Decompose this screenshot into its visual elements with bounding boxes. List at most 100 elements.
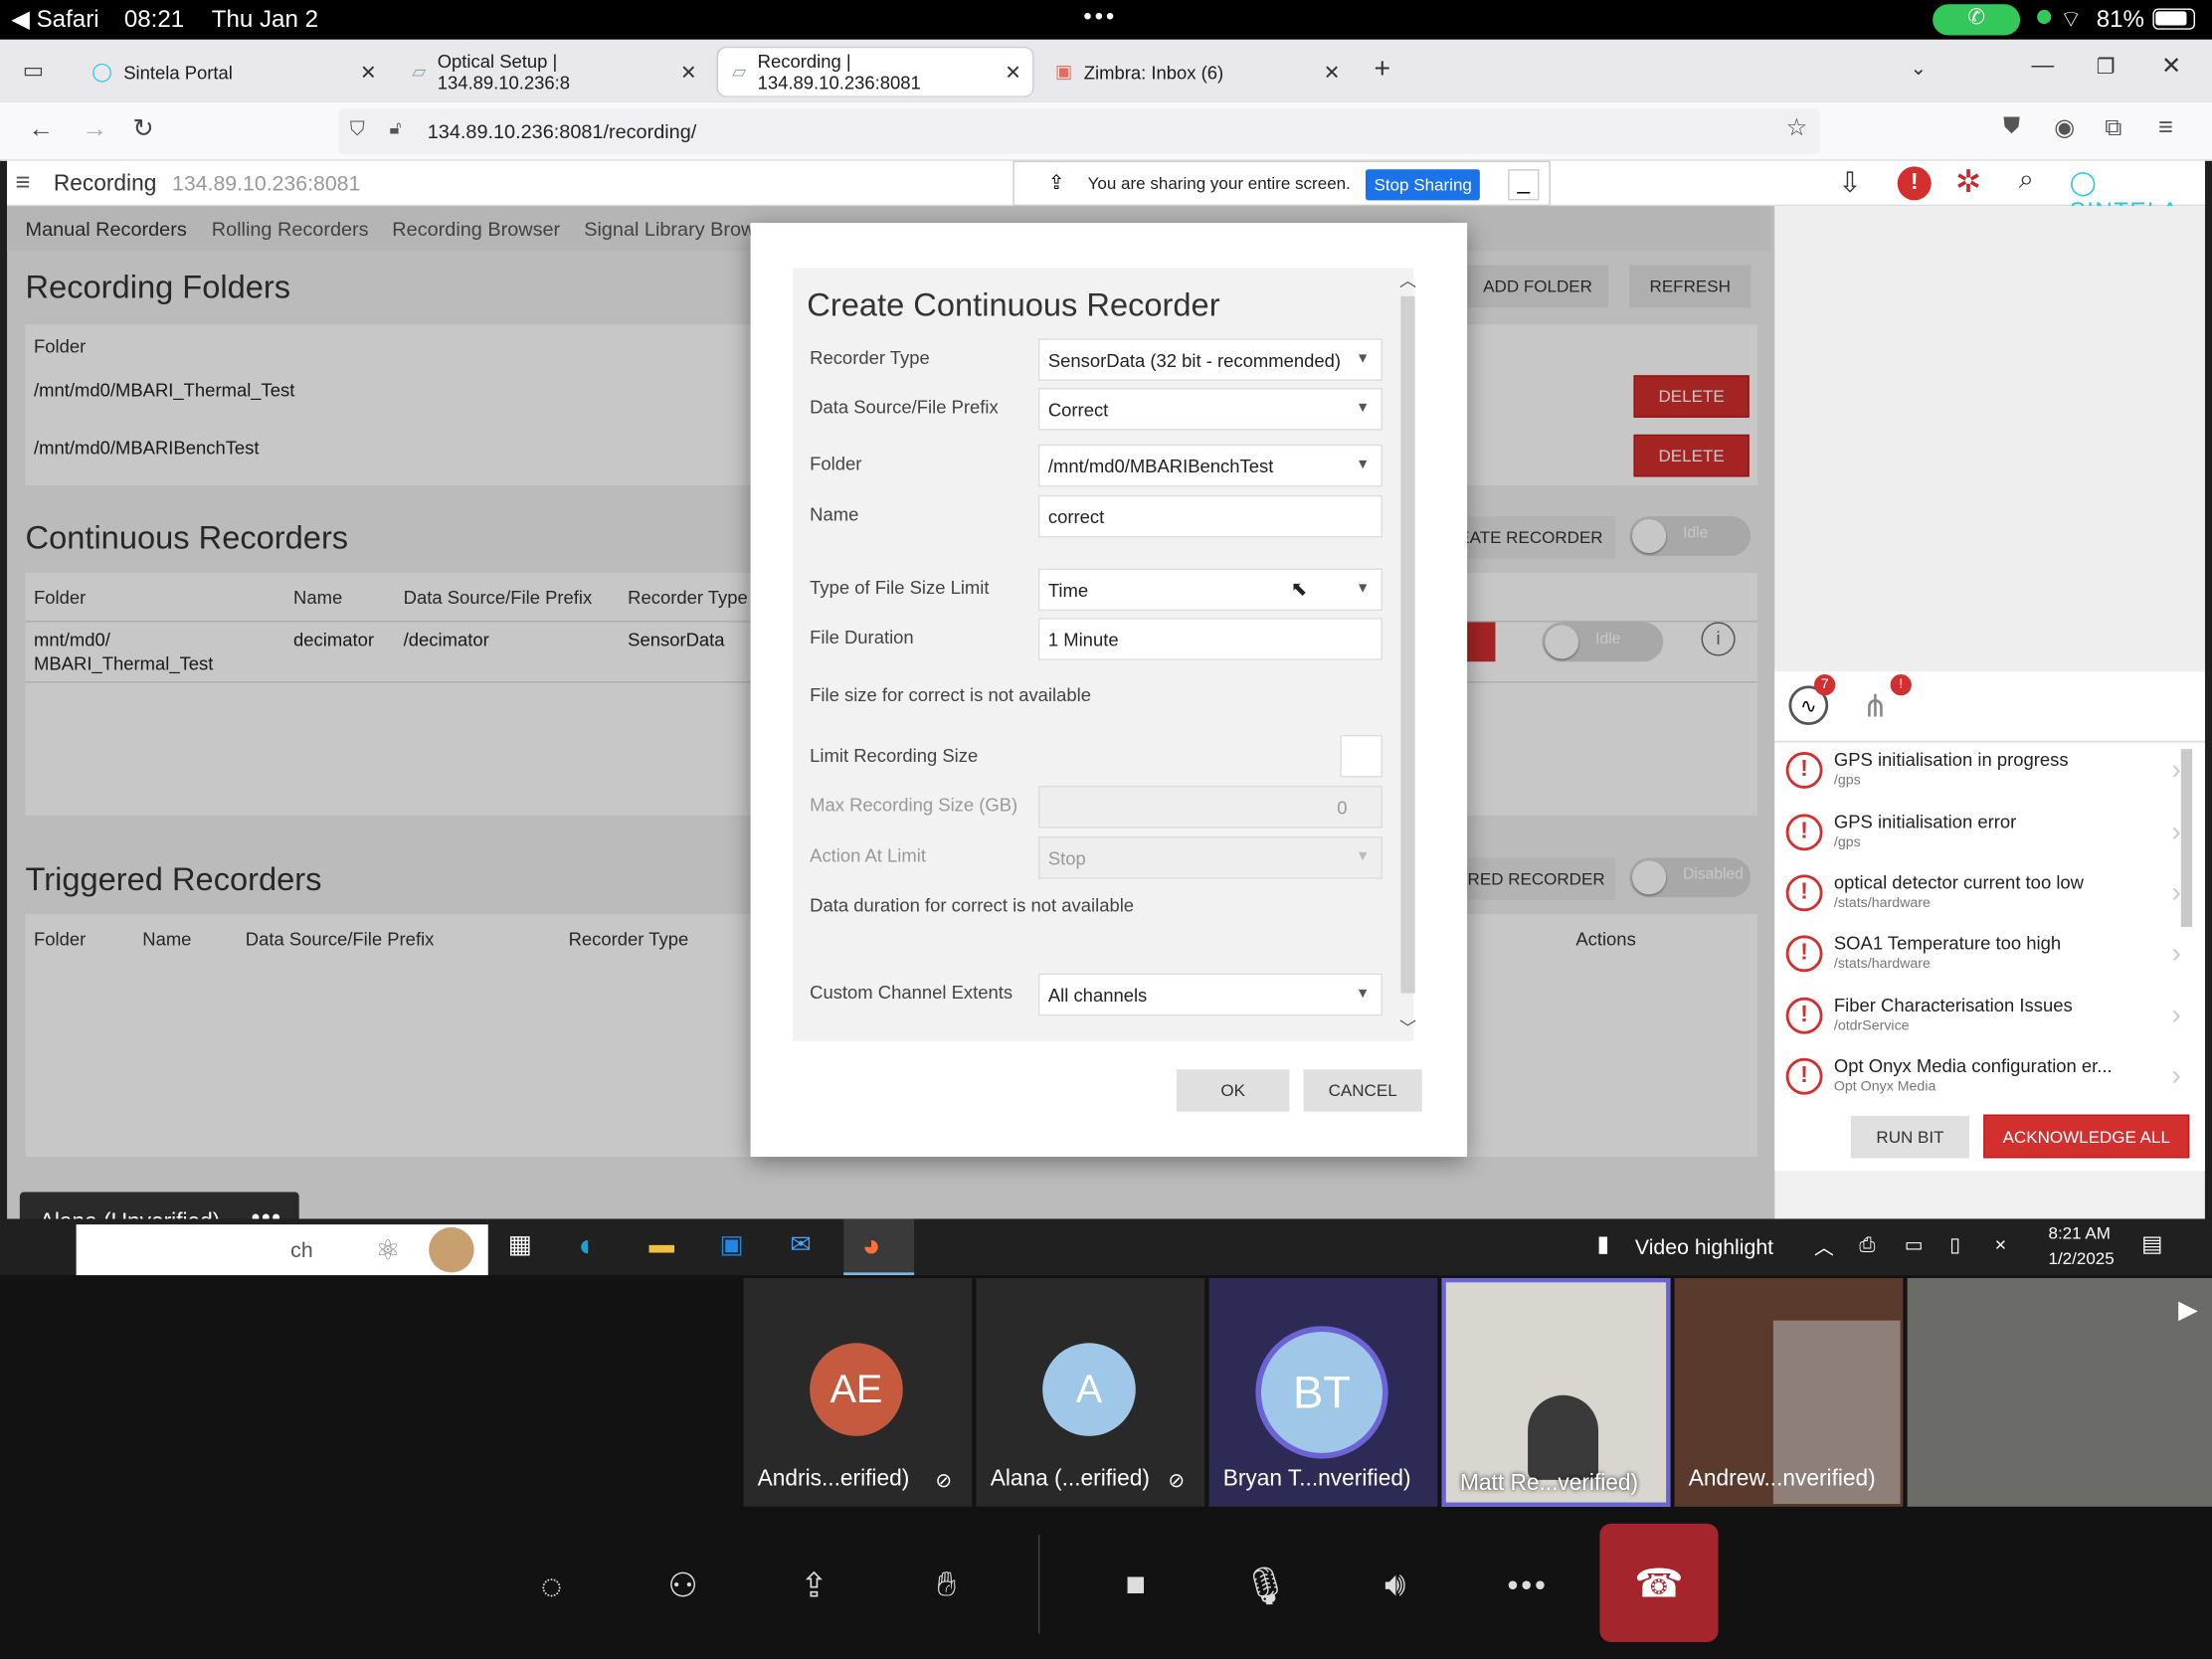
tab-recording[interactable]: ▱ Recording | 134.89.10.236:8081 ✕ (717, 48, 1033, 96)
minimize-icon[interactable]: — (2031, 54, 2054, 80)
tab-sintela-portal[interactable]: ◯ Sintela Portal ✕ (78, 48, 388, 95)
dropdown-arrow-icon: ▼ (1356, 400, 1371, 417)
task-view-icon[interactable]: ▦ (508, 1230, 532, 1260)
alert-title: GPS initialisation error (1833, 811, 2017, 832)
recorder-type-select[interactable]: SensorData (32 bit - recommended) ▼ (1037, 338, 1383, 381)
download-icon[interactable]: ⇩ (1838, 165, 1862, 200)
firefox-taskbar-button[interactable]: ◕ (843, 1218, 915, 1276)
close-tab-icon[interactable]: ✕ (1005, 60, 1021, 84)
alert-icon[interactable]: ! (1897, 166, 1932, 201)
tab-label: Zimbra: Inbox (6) (1083, 61, 1224, 83)
close-window-icon[interactable]: ✕ (2161, 52, 2181, 80)
reload-icon[interactable]: ↻ (132, 114, 153, 144)
close-tab-icon[interactable]: ✕ (360, 60, 377, 84)
hamburger-menu-icon[interactable]: ≡ (16, 168, 31, 198)
firefox-icon: ◕ (861, 1226, 881, 1263)
limit-type-select[interactable]: Time ⬉ ▼ (1037, 568, 1383, 612)
camera-icon[interactable]: ▶ (2178, 1295, 2198, 1325)
multitask-dots-icon[interactable]: ••• (1083, 3, 1117, 31)
account-icon[interactable]: ◉ (2054, 114, 2075, 142)
speaker-icon[interactable]: 🔊︎ (1360, 1558, 1430, 1614)
mail-icon[interactable]: ✉ (790, 1230, 811, 1260)
alert-item[interactable]: ! optical detector current too low/stats/… (1774, 866, 2183, 927)
participant-tile[interactable]: AE Andris...erified) ⊘ (743, 1278, 973, 1507)
participant-tile[interactable]: Matt Re...verified) (1441, 1278, 1671, 1507)
battery-tray-icon[interactable]: ▭ (1905, 1233, 1924, 1257)
alert-scrollbar[interactable] (2180, 749, 2193, 927)
name-label: Name (810, 503, 859, 525)
insecure-lock-icon[interactable]: 🔓︎ (389, 117, 401, 140)
alert-actions: RUN BIT ACKNOWLEDGE ALL (1774, 1101, 2205, 1172)
more-icon[interactable]: ••• (1493, 1558, 1564, 1614)
alert-item[interactable]: ! SOA1 Temperature too high/stats/hardwar… (1774, 927, 2183, 988)
hide-banner-icon[interactable]: _ (1508, 169, 1540, 201)
participant-tile[interactable]: BT Bryan T...nverified) (1208, 1278, 1438, 1507)
tab-zimbra[interactable]: ▣ Zimbra: Inbox (6) ✕ (1041, 48, 1352, 95)
scroll-up-icon[interactable]: ︿ (1399, 268, 1416, 291)
topology-icon[interactable]: ⋔ (1862, 688, 1888, 725)
hang-up-icon[interactable]: ☎ (1599, 1523, 1719, 1642)
alert-item[interactable]: ! Fiber Characterisation Issues/otdrServi… (1774, 989, 2183, 1049)
folder-select[interactable]: /mnt/md0/MBARIBenchTest ▼ (1037, 444, 1383, 487)
alert-item[interactable]: ! GPS initialisation error/gps › (1774, 806, 2183, 866)
tab-optical-setup[interactable]: ▱ Optical Setup | 134.89.10.236:8 ✕ (398, 48, 708, 95)
ok-button[interactable]: OK (1176, 1069, 1290, 1112)
chat-icon[interactable]: ◌ (516, 1558, 587, 1614)
max-size-input[interactable]: 0 (1037, 786, 1383, 829)
camera-toggle-icon[interactable]: ■ (1100, 1558, 1171, 1614)
dialog-scrollbar[interactable] (1400, 295, 1415, 994)
app-menu-icon[interactable]: ≡ (2158, 112, 2173, 142)
raise-hand-icon[interactable]: ✋︎ (911, 1558, 982, 1614)
source-select[interactable]: Correct ▼ (1037, 388, 1383, 431)
shield-icon[interactable]: ⛉ (350, 117, 365, 141)
bookmark-star-icon[interactable]: ☆ (1786, 114, 1808, 142)
network-icon[interactable]: ✲ (1955, 164, 1981, 201)
tab-overview-icon[interactable]: ▭ (23, 57, 44, 85)
back-to-app[interactable]: ◀ Safari (11, 6, 98, 34)
limit-size-checkbox[interactable] (1340, 734, 1383, 778)
extensions-icon[interactable]: ⧉ (2105, 114, 2121, 142)
back-icon[interactable]: ← (28, 114, 54, 144)
share-icon[interactable]: ⇪ (779, 1558, 849, 1614)
cancel-button[interactable]: CANCEL (1303, 1069, 1422, 1112)
tray-app-icon[interactable]: ⎙ (1859, 1233, 1875, 1257)
search-icon[interactable]: ⌕ (2019, 165, 2034, 196)
tray-chevron-icon[interactable]: ︿ (1814, 1233, 1834, 1261)
new-tab-icon[interactable]: + (1374, 54, 1390, 87)
network-tray-icon[interactable]: ▯ (1949, 1233, 1960, 1257)
close-tab-icon[interactable]: ✕ (1324, 60, 1341, 84)
acknowledge-all-button[interactable]: ACKNOWLEDGE ALL (1983, 1114, 2190, 1159)
name-value: correct (1047, 505, 1105, 527)
edge-icon[interactable]: ◐ (579, 1227, 598, 1264)
forward-icon[interactable]: → (82, 114, 107, 144)
people-icon[interactable]: ⚇ (647, 1558, 718, 1614)
scroll-down-icon[interactable]: ﹀ (1399, 1015, 1416, 1039)
extents-select[interactable]: All channels ▼ (1037, 973, 1383, 1016)
list-tabs-chevron-icon[interactable]: ⌄ (1910, 57, 1927, 81)
call-pill-icon[interactable]: ✆ (1933, 4, 2021, 36)
run-bit-button[interactable]: RUN BIT (1850, 1115, 1970, 1159)
close-tab-icon[interactable]: ✕ (680, 60, 697, 84)
taskbar-search-box[interactable]: ch ⚛ (76, 1224, 488, 1276)
notifications-icon[interactable]: ▤ (2141, 1230, 2162, 1258)
app-header: ≡ Recording 134.89.10.236:8081 ⇪ You are… (7, 160, 2205, 225)
duration-input[interactable]: 1 Minute (1037, 618, 1383, 660)
url-field[interactable]: ⛉ 🔓︎ 134.89.10.236:8081/recording/ ☆ (338, 108, 1820, 154)
pocket-icon[interactable]: ⛊ (2003, 114, 2020, 140)
microphone-icon[interactable]: 🎙︎ (1230, 1558, 1301, 1614)
restore-icon[interactable]: ❐ (2097, 54, 2116, 79)
stop-sharing-button[interactable]: Stop Sharing (1365, 169, 1481, 201)
store-icon[interactable]: ▣ (719, 1230, 743, 1260)
participant-tile[interactable]: A Alana (...erified) ⊘ (976, 1278, 1205, 1507)
alert-source: Opt Onyx Media (1833, 1079, 1936, 1095)
name-input[interactable]: correct (1037, 494, 1383, 538)
action-select[interactable]: Stop ▼ (1037, 836, 1383, 879)
file-explorer-icon[interactable]: ▬ (648, 1230, 674, 1260)
url-text: 134.89.10.236:8081/recording/ (427, 119, 697, 143)
alert-item[interactable]: ! GPS initialisation in progress/gps › (1774, 743, 2183, 804)
video-highlight[interactable]: Video highlight (1635, 1235, 1773, 1259)
browser-tab-bar: ▭ ◯ Sintela Portal ✕ ▱ Optical Setup | 134.… (0, 39, 2212, 102)
volume-mute-icon[interactable]: × (1995, 1233, 2007, 1256)
participant-tile[interactable]: Andrew...nverified) (1674, 1278, 1904, 1507)
participant-video-tile[interactable]: ▶ (1907, 1278, 2212, 1507)
